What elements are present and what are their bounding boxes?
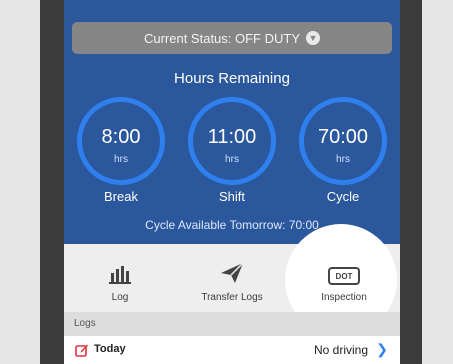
shift-label: Shift bbox=[218, 189, 245, 204]
chevron-down-icon: ▼ bbox=[306, 31, 321, 45]
edit-icon bbox=[75, 344, 88, 357]
inspection-button[interactable]: DOT Inspection bbox=[288, 244, 400, 312]
hours-dashboard: Current Status: OFF DUTY ▼ Hours Remaini… bbox=[64, 0, 400, 244]
hours-remaining-title: Hours Remaining bbox=[174, 70, 290, 87]
cycle-ring: 70:00 hrs bbox=[299, 97, 387, 185]
today-label: Today bbox=[94, 343, 126, 355]
phone-frame-right bbox=[400, 0, 422, 364]
shift-value: 11:00 bbox=[207, 126, 257, 148]
cycle-gauge: 70:00 hrs Cycle bbox=[294, 97, 392, 204]
break-unit: hrs bbox=[114, 154, 128, 165]
dot-badge: DOT bbox=[328, 267, 360, 285]
status-text: Current Status: OFF DUTY bbox=[143, 30, 301, 46]
dot-badge-icon: DOT bbox=[328, 259, 360, 285]
break-gauge: 8:00 hrs Break bbox=[72, 97, 170, 204]
today-log-row[interactable]: Today No driving ❯ bbox=[64, 336, 400, 364]
transfer-logs-button[interactable]: Transfer Logs bbox=[176, 244, 288, 312]
break-ring: 8:00 hrs bbox=[77, 97, 165, 185]
logs-section-header: Logs bbox=[64, 312, 400, 336]
inspection-label: Inspection bbox=[321, 292, 367, 303]
shift-gauge: 11:00 hrs Shift bbox=[183, 97, 281, 204]
phone-screen: Current Status: OFF DUTY ▼ Hours Remaini… bbox=[64, 0, 400, 364]
phone-frame-left bbox=[40, 0, 64, 364]
bar-chart-icon bbox=[104, 259, 136, 285]
cycle-value: 70:00 bbox=[317, 126, 369, 148]
transfer-logs-label: Transfer Logs bbox=[201, 292, 263, 303]
log-button[interactable]: Log bbox=[64, 244, 176, 312]
break-value: 8:00 bbox=[101, 126, 141, 148]
cycle-unit: hrs bbox=[336, 154, 350, 165]
chevron-right-icon: ❯ bbox=[376, 341, 388, 357]
background-left bbox=[0, 0, 40, 364]
status-selector[interactable]: Current Status: OFF DUTY ▼ bbox=[72, 22, 392, 54]
log-label: Log bbox=[111, 292, 129, 303]
shift-ring: 11:00 hrs bbox=[188, 97, 276, 185]
break-label: Break bbox=[104, 189, 138, 204]
paper-plane-icon bbox=[216, 259, 248, 285]
today-status: No driving bbox=[313, 343, 368, 357]
action-bar: Log Transfer Logs DOT Inspection bbox=[64, 224, 400, 336]
shift-unit: hrs bbox=[225, 154, 239, 165]
cycle-label: Cycle bbox=[326, 189, 360, 204]
